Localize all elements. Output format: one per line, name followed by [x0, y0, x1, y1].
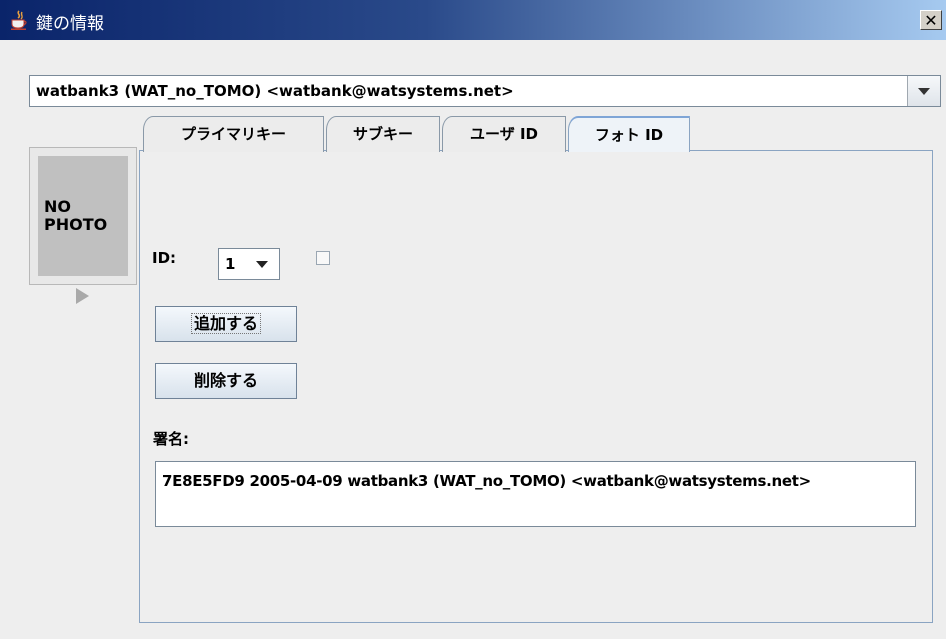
chevron-down-icon[interactable] [246, 249, 278, 279]
title-bar: 鍵の情報 ✕ [0, 0, 946, 40]
add-button[interactable]: 追加する [155, 306, 297, 342]
play-arrow-icon[interactable] [76, 288, 89, 304]
delete-button-label: 削除する [193, 371, 258, 390]
key-info-dialog: 鍵の情報 ✕ watbank3 (WAT_no_TOMO) <watbank@w… [0, 0, 946, 639]
id-label: ID: [152, 249, 177, 267]
tab-user-id[interactable]: ユーザ ID [442, 116, 566, 152]
tab-photo-id[interactable]: フォト ID [568, 116, 690, 152]
id-selector[interactable]: 1 [218, 248, 280, 280]
tab-primary-key[interactable]: プライマリキー [143, 116, 324, 152]
tab-label: ユーザ ID [470, 125, 538, 143]
close-button[interactable]: ✕ [920, 10, 942, 30]
tab-label: プライマリキー [180, 125, 286, 143]
delete-button[interactable]: 削除する [155, 363, 297, 399]
signature-label: 署名: [153, 430, 189, 448]
add-button-label: 追加する [190, 313, 261, 334]
tab-label: フォト ID [594, 126, 664, 144]
signature-list[interactable]: 7E8E5FD9 2005-04-09 watbank3 (WAT_no_TOM… [155, 461, 916, 527]
tab-subkey[interactable]: サブキー [326, 116, 440, 152]
no-photo-text: NO PHOTO [44, 197, 108, 234]
chevron-down-icon[interactable] [907, 76, 940, 106]
photo-frame[interactable]: NO PHOTO [29, 147, 137, 285]
key-selector-dropdown[interactable]: watbank3 (WAT_no_TOMO) <watbank@watsyste… [29, 75, 941, 107]
close-icon: ✕ [924, 11, 938, 30]
primary-photo-checkbox[interactable] [316, 251, 330, 265]
java-cup-icon [11, 10, 27, 30]
key-selector-value: watbank3 (WAT_no_TOMO) <watbank@watsyste… [36, 82, 514, 100]
list-item[interactable]: 7E8E5FD9 2005-04-09 watbank3 (WAT_no_TOM… [162, 472, 811, 490]
tab-label: サブキー [352, 125, 413, 143]
id-selector-value: 1 [225, 255, 236, 273]
window-title: 鍵の情報 [36, 14, 104, 34]
photo-placeholder: NO PHOTO [38, 156, 128, 276]
